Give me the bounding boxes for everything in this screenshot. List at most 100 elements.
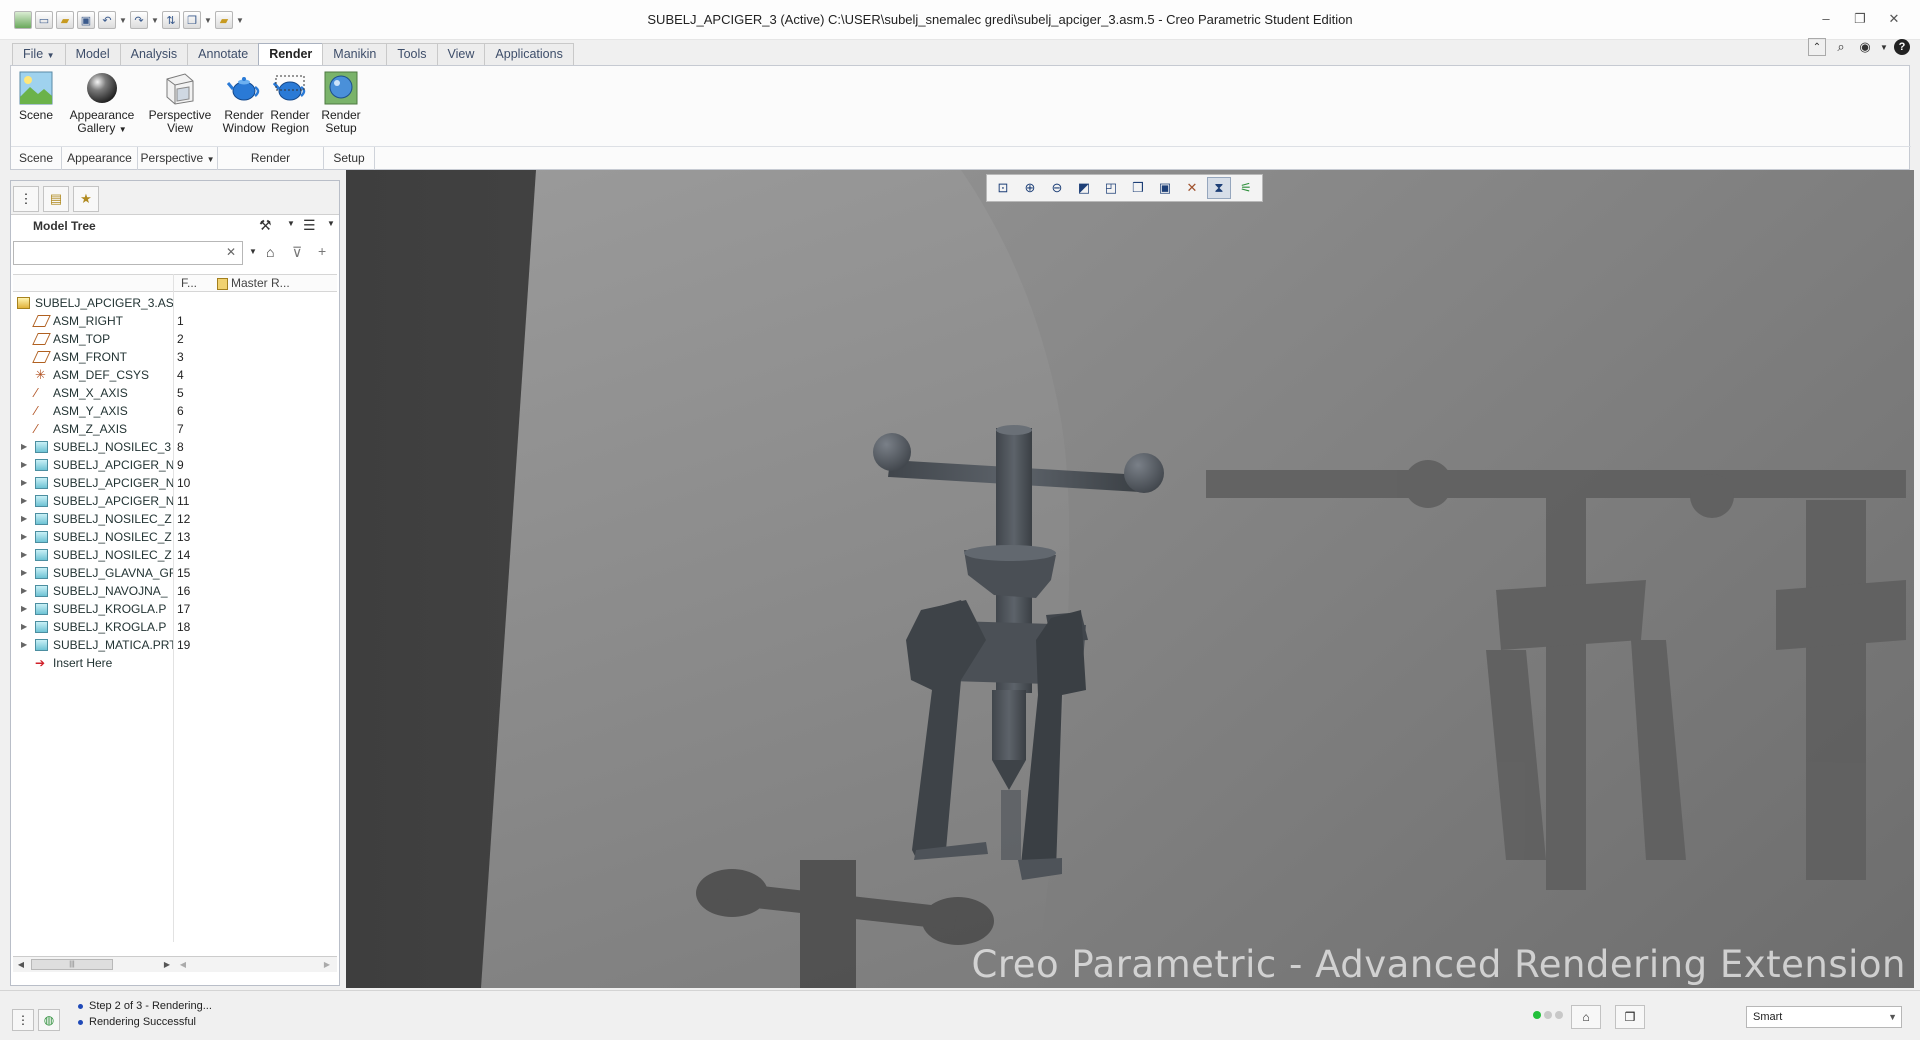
minimize-ribbon-icon[interactable]: ⌃	[1808, 38, 1826, 56]
view-manager-icon[interactable]: ❒	[1126, 177, 1150, 199]
undo-dropdown-icon[interactable]: ▼	[119, 16, 127, 25]
community-icon[interactable]: ◉	[1856, 38, 1874, 56]
expand-arrow-icon[interactable]: ▶	[21, 546, 31, 564]
windows-icon[interactable]: ❐	[183, 11, 201, 29]
tree-row[interactable]: ▶ SUBELJ_NOSILEC_Z 13	[11, 528, 337, 546]
tree-row[interactable]: ▶ SUBELJ_APCIGER_N 10	[11, 474, 337, 492]
tab-file[interactable]: File ▼	[12, 43, 66, 65]
expand-arrow-icon[interactable]: ▶	[21, 618, 31, 636]
display-style-icon[interactable]: ▣	[1153, 177, 1177, 199]
regenerate-icon[interactable]: ⇅	[162, 11, 180, 29]
expand-arrow-icon[interactable]: ▶	[21, 492, 31, 510]
tree-row[interactable]: ▶ SUBELJ_MATICA.PRT 19	[11, 636, 337, 654]
expand-arrow-icon[interactable]: ▶	[21, 582, 31, 600]
favorites-tab-icon[interactable]: ★	[73, 186, 99, 212]
app-logo-icon[interactable]	[14, 11, 32, 29]
tree-search-input[interactable]	[14, 242, 214, 264]
expand-arrow-icon[interactable]: ▶	[21, 564, 31, 582]
annotation-display-icon[interactable]: ⚟	[1234, 177, 1258, 199]
navigator-toggle-icon[interactable]: ⋮	[12, 1009, 34, 1031]
scene-button[interactable]: Scene	[17, 71, 55, 122]
expand-arrow-icon[interactable]: ▶	[21, 600, 31, 618]
chevron-down-icon[interactable]: ▼	[249, 247, 257, 256]
tree-row[interactable]: ASM_FRONT 3	[11, 348, 337, 366]
expand-arrow-icon[interactable]: ▶	[21, 474, 31, 492]
windows-dropdown-icon[interactable]: ▼	[204, 16, 212, 25]
zoom-in-icon[interactable]: ⊕	[1018, 177, 1042, 199]
selection-filter-select[interactable]: Smart ▼	[1746, 1006, 1902, 1028]
tree-row[interactable]: ⁄ ASM_X_AXIS 5	[11, 384, 337, 402]
saved-orientations-icon[interactable]: ◰	[1099, 177, 1123, 199]
filter-icon[interactable]: ⊽	[292, 244, 302, 261]
tree-row[interactable]: ▶ SUBELJ_KROGLA.P 17	[11, 600, 337, 618]
scroll-thumb[interactable]: |||	[31, 959, 113, 970]
horizontal-scrollbar[interactable]: ◀ ||| ▶ ◀ ▶	[13, 956, 337, 972]
spin-center-icon[interactable]: ⧗	[1207, 177, 1231, 199]
close-icon[interactable]: ▰	[215, 11, 233, 29]
find-icon[interactable]: ⌂	[1571, 1005, 1601, 1029]
column-master-header[interactable]: Master R...	[231, 276, 290, 290]
scroll-left-icon[interactable]: ◀	[15, 958, 27, 971]
tree-row[interactable]: ▶ SUBELJ_NOSILEC_3 8	[11, 438, 337, 456]
tree-settings-icon[interactable]: ⚒	[259, 217, 272, 234]
tab-tools[interactable]: Tools	[386, 43, 438, 65]
chevron-down-icon[interactable]: ▼	[327, 219, 335, 228]
browser-toggle-icon[interactable]: ◍	[38, 1009, 60, 1031]
minimize-button[interactable]: –	[1816, 10, 1836, 28]
open-icon[interactable]: ▰	[56, 11, 74, 29]
tree-row[interactable]: ✳ ASM_DEF_CSYS 4	[11, 366, 337, 384]
tree-row[interactable]: ➔ Insert Here	[11, 654, 337, 672]
redo-dropdown-icon[interactable]: ▼	[151, 16, 159, 25]
render-window-button[interactable]: Render Window	[221, 71, 267, 135]
repaint-icon[interactable]: ◩	[1072, 177, 1096, 199]
appearance-gallery-button[interactable]: Appearance Gallery ▼	[67, 71, 137, 136]
tree-row[interactable]: ⁄ ASM_Y_AXIS 6	[11, 402, 337, 420]
tab-render[interactable]: Render	[258, 43, 324, 67]
scroll-left-icon[interactable]: ◀	[177, 958, 189, 971]
clear-icon[interactable]: ✕	[226, 245, 236, 259]
folder-browser-tab-icon[interactable]: ▤	[43, 186, 69, 212]
find-icon[interactable]: ⌂	[266, 244, 274, 260]
tab-analysis[interactable]: Analysis	[119, 43, 189, 65]
graphics-window[interactable]: ⊡ ⊕ ⊖ ◩ ◰ ❒ ▣ ✕ ⧗ ⚟ Creo Parametric - Ad…	[346, 170, 1914, 988]
perspective-view-button[interactable]: Perspective View	[147, 71, 213, 135]
redo-icon[interactable]: ↷	[130, 11, 148, 29]
render-setup-button[interactable]: Render Setup	[317, 71, 365, 135]
tab-view[interactable]: View	[436, 43, 486, 65]
tree-row[interactable]: SUBELJ_APCIGER_3.AS	[11, 294, 337, 312]
customize-icon[interactable]: ▼	[236, 16, 244, 25]
column-feat-header[interactable]: F...	[181, 276, 197, 290]
group-perspective[interactable]: Perspective ▼	[138, 147, 218, 170]
tree-row[interactable]: ▶ SUBELJ_NOSILEC_Z 14	[11, 546, 337, 564]
chevron-down-icon[interactable]: ▼	[1880, 38, 1888, 56]
zoom-out-icon[interactable]: ⊖	[1045, 177, 1069, 199]
tab-applications[interactable]: Applications	[484, 43, 574, 65]
search-icon[interactable]: ⌕	[1832, 38, 1850, 56]
tree-row[interactable]: ▶ SUBELJ_NAVOJNA_ 16	[11, 582, 337, 600]
undo-icon[interactable]: ↶	[98, 11, 116, 29]
tree-row[interactable]: ⁄ ASM_Z_AXIS 7	[11, 420, 337, 438]
tree-search-field[interactable]: ✕	[13, 241, 243, 265]
close-button[interactable]: ✕	[1884, 10, 1904, 28]
show-icon[interactable]: ☰	[303, 217, 316, 234]
tree-row[interactable]: ▶ SUBELJ_KROGLA.P 18	[11, 618, 337, 636]
render-region-button[interactable]: Render Region	[267, 71, 313, 135]
expand-arrow-icon[interactable]: ▶	[21, 636, 31, 654]
tree-row[interactable]: ▶ SUBELJ_GLAVNA_GF 15	[11, 564, 337, 582]
tree-row[interactable]: ASM_TOP 2	[11, 330, 337, 348]
model-tree-tab-icon[interactable]: ⋮	[13, 186, 39, 212]
scroll-right-icon[interactable]: ▶	[161, 958, 173, 971]
tab-model[interactable]: Model	[64, 43, 121, 65]
chevron-down-icon[interactable]: ▼	[287, 219, 295, 228]
refit-icon[interactable]: ⊡	[991, 177, 1015, 199]
add-column-icon[interactable]: +	[318, 243, 326, 259]
expand-arrow-icon[interactable]: ▶	[21, 438, 31, 456]
tab-manikin[interactable]: Manikin	[322, 43, 388, 65]
tree-row[interactable]: ▶ SUBELJ_APCIGER_N 11	[11, 492, 337, 510]
tree-row[interactable]: ASM_RIGHT 1	[11, 312, 337, 330]
help-icon[interactable]: ?	[1894, 39, 1910, 55]
datum-display-icon[interactable]: ✕	[1180, 177, 1204, 199]
maximize-button[interactable]: ❐	[1850, 10, 1870, 28]
tree-row[interactable]: ▶ SUBELJ_NOSILEC_Z 12	[11, 510, 337, 528]
expand-arrow-icon[interactable]: ▶	[21, 528, 31, 546]
